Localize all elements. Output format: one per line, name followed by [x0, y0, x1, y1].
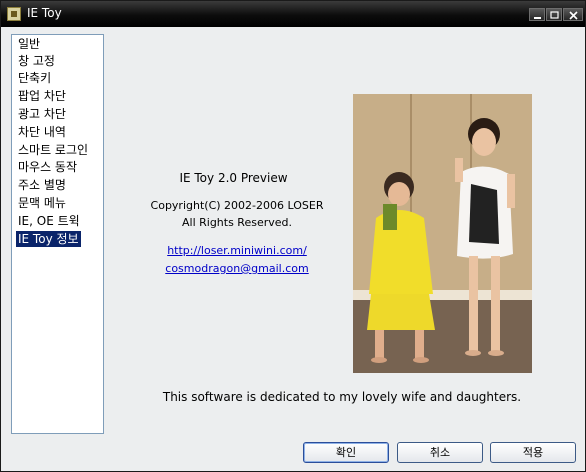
- ie-toy-window: IE Toy 일반 창 고정 단축키 팝업 차단 광고 차단 차단 내역 스마트…: [0, 0, 586, 472]
- apply-button[interactable]: 적용: [490, 442, 576, 463]
- family-photo: [353, 94, 532, 373]
- sidebar-item-mouse-gestures[interactable]: 마우스 동작: [16, 159, 79, 175]
- settings-category-list: 일반 창 고정 단축키 팝업 차단 광고 차단 차단 내역 스마트 로그인 마우…: [11, 34, 104, 434]
- ok-button[interactable]: 확인: [303, 442, 389, 463]
- sidebar-item-general[interactable]: 일반: [16, 36, 42, 52]
- sidebar-item-context-menu[interactable]: 문맥 메뉴: [16, 195, 68, 211]
- copyright-text: Copyright(C) 2002-2006 LOSER: [150, 199, 324, 212]
- app-icon: [7, 7, 21, 21]
- email-link[interactable]: cosmodragon@gmail.com: [151, 262, 323, 275]
- sidebar-item-ie-oe-tweak[interactable]: IE, OE 트윅: [16, 213, 82, 229]
- cancel-button[interactable]: 취소: [397, 442, 483, 463]
- title-bar[interactable]: IE Toy: [1, 1, 585, 27]
- sidebar-item-block-history[interactable]: 차단 내역: [16, 124, 68, 140]
- sidebar-item-shortcuts[interactable]: 단축키: [16, 70, 53, 86]
- dedication-text: This software is dedicated to my lovely …: [162, 390, 522, 404]
- window-title: IE Toy: [27, 6, 62, 20]
- rights-text: All Rights Reserved.: [181, 216, 293, 229]
- sidebar-item-address-alias[interactable]: 주소 별명: [16, 177, 68, 193]
- sidebar-item-window-pin[interactable]: 창 고정: [16, 53, 57, 69]
- website-link[interactable]: http://loser.miniwini.com/: [151, 244, 323, 257]
- sidebar-item-ad-block[interactable]: 광고 차단: [16, 106, 68, 122]
- minimize-icon[interactable]: [529, 8, 545, 21]
- product-name: IE Toy 2.0 Preview: [179, 171, 288, 185]
- sidebar-item-popup-block[interactable]: 팝업 차단: [16, 88, 68, 104]
- close-icon[interactable]: [563, 8, 583, 21]
- maximize-icon[interactable]: [546, 8, 562, 21]
- sidebar-item-smart-login[interactable]: 스마트 로그인: [16, 142, 90, 158]
- sidebar-item-about[interactable]: IE Toy 정보: [16, 231, 81, 247]
